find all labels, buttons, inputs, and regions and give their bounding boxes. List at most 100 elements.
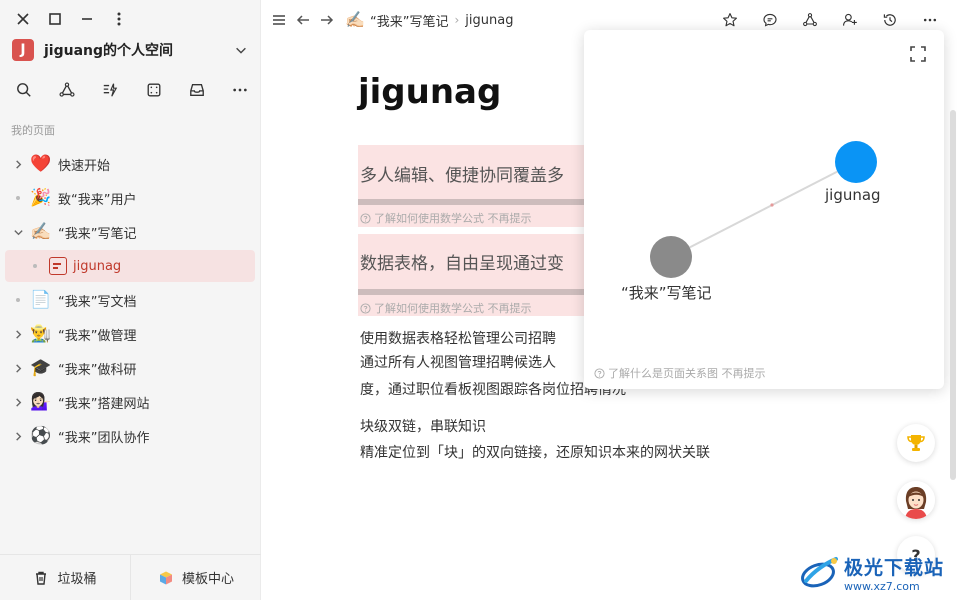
user-avatar-icon [897, 481, 935, 519]
chevron-down-icon[interactable] [10, 224, 26, 240]
workspace-name: jiguang的个人空间 [44, 43, 174, 59]
page-tree: ❤️ 快速开始 🎉 致“我来”用户 ✍🏻 “我来”写笔记 jigunag 📄 “… [5, 147, 255, 453]
block-divider [358, 289, 588, 295]
tree-item-welcome[interactable]: 🎉 致“我来”用户 [5, 181, 255, 215]
help-circle-icon [360, 212, 371, 224]
tree-item-docs[interactable]: 📄 “我来”写文档 [5, 283, 255, 317]
chevron-right-icon[interactable] [10, 360, 26, 376]
person-tipping-hand-icon: 💁🏻‍♀️ [30, 391, 52, 412]
tree-item-notes[interactable]: ✍🏻 “我来”写笔记 [5, 215, 255, 249]
block-divider [358, 199, 588, 205]
tree-item-label: “我来”写文档 [58, 294, 137, 310]
chevron-right-icon[interactable] [10, 394, 26, 410]
help-circle-icon [360, 302, 371, 314]
graduation-cap-icon: 🎓 [30, 357, 52, 378]
farmer-icon: 👨‍🌾 [30, 323, 52, 344]
graph-node-label: jigunag [825, 186, 881, 204]
maximize-icon[interactable] [46, 10, 64, 28]
leaf-dot-icon [10, 298, 26, 302]
chevron-right-icon[interactable] [10, 428, 26, 444]
heart-emoji-icon: ❤️ [30, 153, 52, 174]
watermark: 极光下载站 www.xz7.com [800, 546, 960, 600]
tree-item-label: 快速开始 [58, 158, 111, 174]
more-vertical-icon[interactable] [110, 10, 128, 28]
page-document-icon: 📄 [30, 289, 52, 310]
block-text: 多人编辑、便捷协同覆盖多 [360, 166, 564, 186]
trash-button[interactable]: 垃圾桶 [0, 555, 131, 600]
star-icon[interactable] [720, 10, 740, 30]
math-block[interactable]: 多人编辑、便捷协同覆盖多 了解如何使用数学公式 不再提示 [358, 145, 588, 227]
sidebar-footer: 垃圾桶 模板中心 [0, 554, 261, 600]
graph-node-jigunag[interactable] [835, 141, 877, 183]
forward-arrow-icon[interactable] [318, 11, 336, 29]
more-horizontal-icon[interactable] [230, 80, 250, 100]
chevron-right-icon[interactable] [10, 156, 26, 172]
tree-item-research[interactable]: 🎓 “我来”做科研 [5, 351, 255, 385]
window-controls [14, 10, 128, 28]
cube-icon [159, 571, 172, 584]
graph-icon[interactable] [57, 80, 77, 100]
graph-node-notes[interactable] [650, 236, 692, 278]
trophy-icon [907, 435, 925, 451]
breadcrumb: ✍🏻 “我来”写笔记 › jigunag [342, 9, 513, 31]
breadcrumb-item-notes[interactable]: “我来”写笔记 [370, 11, 448, 30]
trophy-button[interactable] [897, 424, 935, 462]
tree-item-website[interactable]: 💁🏻‍♀️ “我来”搭建网站 [5, 385, 255, 419]
fullscreen-icon[interactable] [144, 80, 164, 100]
top-actions [720, 10, 946, 30]
quick-actions-icon[interactable] [100, 80, 120, 100]
graph-view-icon[interactable] [800, 10, 820, 30]
tree-item-label: 致“我来”用户 [58, 192, 137, 208]
paragraph-line[interactable]: 精准定位到「块」的双向链接，还原知识本来的网状关联 [360, 442, 710, 464]
add-user-icon[interactable] [840, 10, 860, 30]
tree-item-label: “我来”写笔记 [58, 226, 137, 242]
graph-hint[interactable]: 了解什么是页面关系图 不再提示 [594, 365, 766, 381]
watermark-url: www.xz7.com [844, 580, 920, 593]
graph-canvas[interactable] [584, 30, 944, 389]
block-hint[interactable]: 了解如何使用数学公式 不再提示 [360, 300, 532, 316]
chevron-down-icon [236, 47, 246, 54]
paragraph-line[interactable]: 块级双链，串联知识 [360, 416, 486, 438]
block-hint[interactable]: 了解如何使用数学公式 不再提示 [360, 210, 532, 226]
minimize-icon[interactable] [78, 10, 96, 28]
chevron-right-icon[interactable] [10, 326, 26, 342]
tree-item-management[interactable]: 👨‍🌾 “我来”做管理 [5, 317, 255, 351]
close-icon[interactable] [14, 10, 32, 28]
graph-edge-marker [770, 203, 774, 207]
math-block[interactable]: 数据表格，自由呈现通过变 了解如何使用数学公式 不再提示 [358, 234, 588, 316]
tree-item-jigunag[interactable]: jigunag [5, 250, 255, 282]
inbox-icon[interactable] [187, 80, 207, 100]
help-circle-icon [594, 367, 605, 379]
block-hint-text: 了解如何使用数学公式 不再提示 [374, 212, 532, 225]
history-icon[interactable] [880, 10, 900, 30]
scrollbar[interactable] [950, 110, 956, 480]
breadcrumb-item-current[interactable]: jigunag [465, 13, 513, 28]
tree-item-team[interactable]: ⚽ “我来”团队协作 [5, 419, 255, 453]
leaf-dot-icon [10, 196, 26, 200]
tree-item-quick-start[interactable]: ❤️ 快速开始 [5, 147, 255, 181]
comment-icon[interactable] [760, 10, 780, 30]
expand-icon[interactable] [908, 44, 928, 64]
page-graph-popover: jigunag “我来”写笔记 了解什么是页面关系图 不再提示 [584, 30, 944, 389]
sidebar: J jiguang的个人空间 我的页面 ❤️ 快速开始 🎉 致“我来”用户 ✍🏻… [0, 0, 261, 600]
templates-label: 模板中心 [181, 572, 234, 587]
sidebar-toolbar [14, 80, 250, 100]
workspace-avatar: J [12, 39, 34, 61]
leaf-dot-icon [27, 264, 43, 268]
tree-item-label: “我来”做管理 [58, 328, 137, 344]
paragraph-line[interactable]: 通过所有人视图管理招聘候选人 [360, 352, 556, 374]
graph-edge [670, 161, 857, 258]
tree-item-label: jigunag [73, 258, 122, 274]
tree-item-label: “我来”做科研 [58, 362, 137, 378]
page-title[interactable]: jigunag [358, 72, 501, 112]
block-text: 数据表格，自由呈现通过变 [360, 254, 564, 274]
paragraph-line[interactable]: 使用数据表格轻松管理公司招聘 [360, 328, 556, 350]
workspace-switcher[interactable]: J jiguang的个人空间 [12, 38, 248, 62]
more-horizontal-icon[interactable] [920, 10, 940, 30]
watermark-title: 极光下载站 [844, 557, 945, 579]
menu-icon[interactable] [270, 11, 288, 29]
avatar[interactable] [897, 481, 935, 519]
back-arrow-icon[interactable] [294, 11, 312, 29]
templates-button[interactable]: 模板中心 [131, 555, 261, 600]
search-icon[interactable] [14, 80, 34, 100]
